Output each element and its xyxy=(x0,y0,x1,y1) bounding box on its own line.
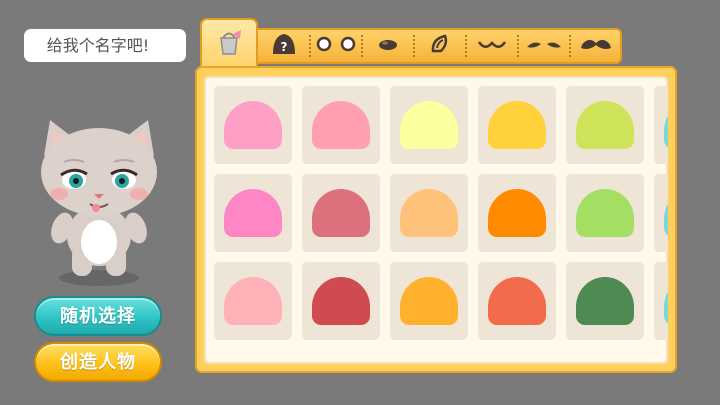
hair-icon: ? xyxy=(270,31,298,61)
color-swatch xyxy=(312,101,370,149)
color-swatch-cell[interactable] xyxy=(302,86,380,164)
paint-bucket-icon xyxy=(214,27,244,61)
color-swatch-cell-partial[interactable] xyxy=(654,262,668,340)
color-swatch-cell-partial[interactable] xyxy=(654,86,668,164)
mouth-icon xyxy=(477,37,507,56)
color-swatch-cell[interactable] xyxy=(390,86,468,164)
tab-ears[interactable] xyxy=(414,28,466,64)
color-swatch xyxy=(664,277,668,325)
mustache-icon xyxy=(580,37,612,56)
color-swatch xyxy=(224,189,282,237)
eyes-icon xyxy=(314,36,358,56)
color-swatch xyxy=(400,189,458,237)
color-swatch-cell[interactable] xyxy=(302,174,380,252)
color-swatch xyxy=(488,101,546,149)
color-grid[interactable] xyxy=(204,76,668,364)
color-swatch-cell[interactable] xyxy=(478,86,556,164)
color-swatch-cell[interactable] xyxy=(566,86,644,164)
color-swatch-cell[interactable] xyxy=(478,262,556,340)
color-swatch xyxy=(488,189,546,237)
tab-mouth[interactable] xyxy=(466,28,518,64)
ear-icon xyxy=(429,33,451,59)
random-select-button[interactable]: 随机选择 xyxy=(34,296,162,336)
color-swatch xyxy=(664,101,668,149)
color-swatch xyxy=(224,101,282,149)
color-swatch xyxy=(224,277,282,325)
color-swatch-cell[interactable] xyxy=(214,86,292,164)
color-swatch xyxy=(664,189,668,237)
eyebrows-icon xyxy=(526,37,562,56)
color-swatch xyxy=(576,277,634,325)
color-swatch-cell[interactable] xyxy=(214,262,292,340)
name-input[interactable]: 给我个名字吧! xyxy=(24,29,186,62)
color-swatch-cell-partial[interactable] xyxy=(654,174,668,252)
color-swatch-cell[interactable] xyxy=(302,262,380,340)
color-swatch-cell[interactable] xyxy=(566,262,644,340)
color-swatch-cell[interactable] xyxy=(566,174,644,252)
color-swatch xyxy=(488,277,546,325)
tab-color[interactable] xyxy=(200,18,258,68)
color-swatch-cell[interactable] xyxy=(390,262,468,340)
nose-icon xyxy=(377,37,399,56)
color-swatch xyxy=(400,277,458,325)
svg-text:?: ? xyxy=(281,40,288,54)
color-swatch xyxy=(312,277,370,325)
tab-eyes[interactable] xyxy=(310,28,362,64)
color-swatch xyxy=(576,189,634,237)
tab-nose[interactable] xyxy=(362,28,414,64)
color-swatch xyxy=(312,189,370,237)
tab-mustache[interactable] xyxy=(570,28,622,64)
color-swatch-cell[interactable] xyxy=(478,174,556,252)
tab-hair[interactable]: ? xyxy=(258,28,310,64)
color-swatch xyxy=(576,101,634,149)
color-swatch xyxy=(400,101,458,149)
cat-character-avatar xyxy=(34,118,164,290)
tab-eyebrows[interactable] xyxy=(518,28,570,64)
color-swatch-cell[interactable] xyxy=(390,174,468,252)
color-swatch-cell[interactable] xyxy=(214,174,292,252)
create-character-button[interactable]: 创造人物 xyxy=(34,342,162,382)
